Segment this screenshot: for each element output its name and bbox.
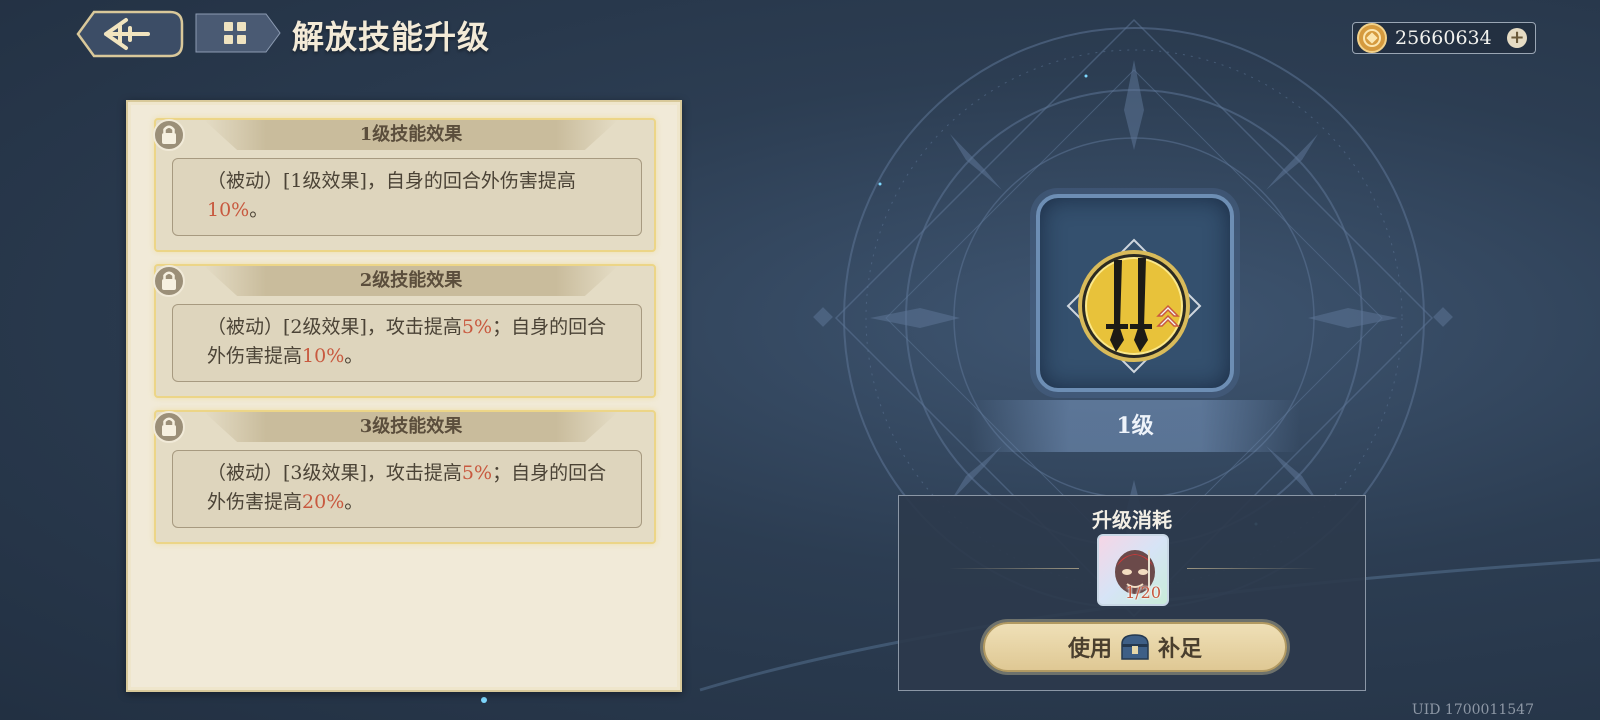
fill-label: 补足 — [1158, 636, 1203, 662]
menu-button[interactable] — [192, 10, 284, 56]
back-arrow-icon — [76, 10, 184, 58]
skill-icon-button[interactable] — [1064, 236, 1204, 376]
effect-description: （被动）[1级效果]，自身的回合外伤害提高10%。 — [172, 158, 642, 236]
lock-icon — [153, 265, 185, 297]
effect-title: 3级技能效果 — [204, 412, 618, 442]
skill-effects-panel: 1级技能效果 （被动）[1级效果]，自身的回合外伤害提高10%。 2级技能效果 … — [126, 100, 682, 692]
add-currency-button[interactable]: + — [1507, 28, 1527, 48]
lock-icon — [153, 411, 185, 443]
item-count: 1/20 — [1125, 583, 1161, 602]
use-fill-button[interactable]: 使用 补足 — [983, 622, 1287, 672]
menu-grid-icon — [195, 13, 281, 53]
cost-title: 升级消耗 — [1092, 508, 1172, 532]
back-button[interactable] — [64, 6, 186, 62]
effect-card-level-2: 2级技能效果 （被动）[2级效果]，攻击提高5%；自身的回合外伤害提高10%。 — [153, 264, 656, 398]
effect-description: （被动）[2级效果]，攻击提高5%；自身的回合外伤害提高10%。 — [172, 304, 642, 382]
currency-display: 25660634 + — [1352, 22, 1536, 54]
effect-title: 2级技能效果 — [204, 266, 618, 296]
effect-card-level-3: 3级技能效果 （被动）[3级效果]，攻击提高5%；自身的回合外伤害提高20%。 — [153, 410, 656, 544]
effect-card-level-1: 1级技能效果 （被动）[1级效果]，自身的回合外伤害提高10%。 — [153, 118, 656, 252]
upgrade-item-slot[interactable]: 1/20 — [1097, 534, 1169, 606]
upgrade-cost-panel: 升级消耗 1/20 使用 补足 — [898, 495, 1366, 691]
skill-level-label: 1级 — [970, 400, 1300, 452]
lock-icon — [153, 119, 185, 151]
effect-title: 1级技能效果 — [204, 120, 618, 150]
cost-divider-left — [949, 568, 1079, 569]
page-title: 解放技能升级 — [292, 18, 491, 56]
twin-blades-skill-icon — [1066, 238, 1202, 374]
chest-icon — [1121, 634, 1149, 660]
effect-description: （被动）[3级效果]，攻击提高5%；自身的回合外伤害提高20%。 — [172, 450, 642, 528]
cost-divider-right — [1187, 568, 1317, 569]
user-id: UID 1700011547 — [1411, 702, 1534, 718]
currency-value: 25660634 — [1395, 27, 1492, 49]
coin-icon — [1357, 23, 1387, 53]
use-label: 使用 — [1067, 636, 1112, 662]
